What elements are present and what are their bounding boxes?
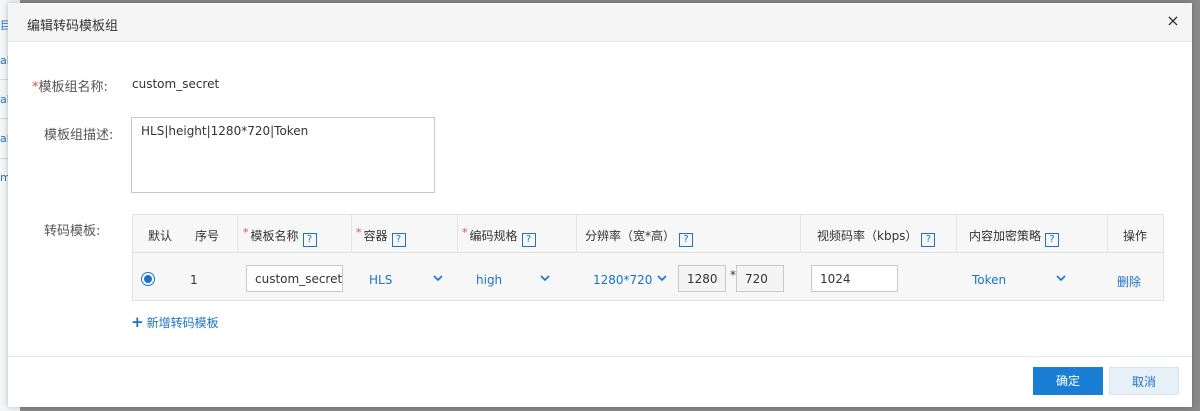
help-icon[interactable]: ? <box>521 233 536 247</box>
header-name: * 模板名称? <box>243 226 317 247</box>
header-index: 序号 <box>195 229 220 243</box>
templates-label: 转码模板: <box>44 224 101 239</box>
header-bitrate: 视频码率（kbps）? <box>817 227 936 247</box>
add-template-button[interactable]: + 新增转码模板 <box>131 313 219 331</box>
chevron-down-icon[interactable] <box>1056 275 1066 285</box>
group-desc-textarea[interactable]: HLS|height|1280*720|Token <box>131 117 435 193</box>
header-encryption: 内容加密策略? <box>969 227 1060 247</box>
group-name-label: *模板组名称: <box>32 80 108 95</box>
header-resolution: 分辨率（宽*高）? <box>585 227 694 247</box>
help-icon[interactable]: ? <box>302 233 317 247</box>
chevron-down-icon[interactable] <box>433 275 443 285</box>
width-input[interactable]: 1280 <box>678 265 726 292</box>
codec-select-value[interactable]: high <box>476 273 502 287</box>
chevron-down-icon[interactable] <box>657 275 667 285</box>
header-default: 默认 <box>148 229 173 243</box>
edit-template-group-dialog: 编辑转码模板组 × *模板组名称: custom_secret 模板组描述: H… <box>8 3 1192 407</box>
close-icon[interactable]: × <box>1164 12 1182 30</box>
bitrate-input[interactable]: 1024 <box>811 265 898 292</box>
footer-divider <box>8 356 1192 357</box>
header-codec: * 编码规格? <box>462 226 536 247</box>
group-name-value: custom_secret <box>132 77 220 91</box>
default-radio[interactable] <box>141 272 155 286</box>
help-icon[interactable]: ? <box>1045 233 1060 247</box>
row-index: 1 <box>190 273 198 287</box>
template-table: 默认 序号 * 模板名称? * 容器? * 编码规格? 分辨率（宽*高）? 视频码率（… <box>132 214 1164 301</box>
plus-icon: + <box>131 313 144 331</box>
header-action: 操作 <box>1123 229 1148 243</box>
resolution-preset-select[interactable]: 1280*720 <box>593 273 652 287</box>
help-icon[interactable]: ? <box>679 233 694 247</box>
help-icon[interactable]: ? <box>391 233 406 247</box>
template-name-input[interactable]: custom_secret <box>246 265 343 292</box>
header-container: * 容器? <box>356 226 406 247</box>
confirm-button[interactable]: 确定 <box>1033 367 1103 395</box>
table-header: 默认 序号 * 模板名称? * 容器? * 编码规格? 分辨率（宽*高）? 视频码率（… <box>133 215 1163 253</box>
height-input[interactable]: 720 <box>736 265 784 292</box>
encryption-select-value[interactable]: Token <box>972 273 1006 287</box>
group-desc-label: 模板组描述: <box>44 128 114 143</box>
delete-link[interactable]: 删除 <box>1117 273 1141 290</box>
help-icon[interactable]: ? <box>921 233 936 247</box>
dialog-title: 编辑转码模板组 <box>27 19 119 34</box>
container-select-value[interactable]: HLS <box>369 273 392 287</box>
chevron-down-icon[interactable] <box>540 275 550 285</box>
cancel-button[interactable]: 取消 <box>1109 367 1179 395</box>
dialog-header: 编辑转码模板组 × <box>8 3 1192 42</box>
